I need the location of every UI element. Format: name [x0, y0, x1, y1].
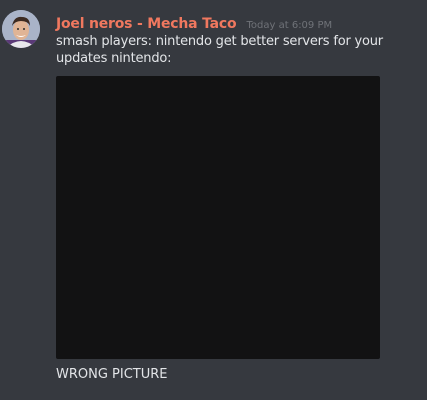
avatar-image — [2, 10, 40, 48]
author-name[interactable]: Joel neros - Mecha Taco — [56, 16, 237, 32]
message-caption: WRONG PICTURE — [56, 367, 168, 382]
message-header: Joel neros - Mecha Taco Today at 6:09 PM — [56, 13, 332, 32]
message-timestamp: Today at 6:09 PM — [246, 20, 333, 31]
message-text: smash players: nintendo get better serve… — [56, 34, 383, 66]
user-avatar[interactable] — [2, 10, 40, 48]
chat-message: Joel neros - Mecha Taco Today at 6:09 PM… — [0, 0, 427, 400]
image-attachment[interactable] — [56, 76, 380, 359]
